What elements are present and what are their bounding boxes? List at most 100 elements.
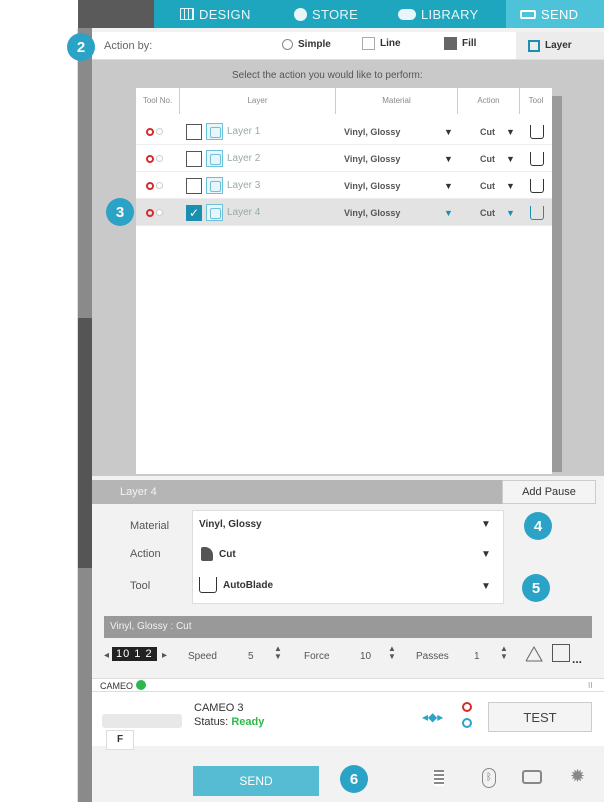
- action-value[interactable]: Cut: [480, 145, 495, 172]
- action-value[interactable]: Cut: [480, 199, 495, 226]
- action-dropdown-arrow[interactable]: ▼: [506, 199, 515, 226]
- tool-number-marker: [146, 199, 163, 226]
- option-fill[interactable]: Fill: [444, 37, 476, 50]
- list-icon[interactable]: [434, 770, 444, 786]
- material-value[interactable]: Vinyl, Glossy: [344, 172, 400, 199]
- tab-send[interactable]: SEND: [506, 0, 604, 28]
- speed-label: Speed: [188, 651, 217, 662]
- action-by-label: Action by:: [104, 40, 153, 52]
- layer-thumbnail: [206, 150, 223, 167]
- material-dropdown-arrow[interactable]: ▼: [444, 145, 453, 172]
- layer-name: Layer 4: [227, 207, 261, 218]
- material-dropdown-arrow[interactable]: ▼: [444, 118, 453, 145]
- material-label: Material: [130, 520, 170, 532]
- cutter-settings-icon[interactable]: [522, 770, 542, 784]
- action-dropdown-arrow[interactable]: ▼: [506, 145, 515, 172]
- action-value[interactable]: Cut: [480, 172, 495, 199]
- material-value[interactable]: Vinyl, Glossy: [344, 145, 400, 172]
- action-dropdown-arrow[interactable]: ▼: [481, 549, 491, 560]
- tool-2-indicator-icon: [462, 718, 472, 728]
- layer-thumbnail: [206, 123, 223, 140]
- more-options-icon[interactable]: ...: [572, 652, 582, 666]
- test-button[interactable]: TEST: [488, 702, 592, 732]
- layer-checkbox[interactable]: [186, 177, 202, 194]
- table-row-selected[interactable]: ✓ Layer 4 Vinyl, Glossy ▼ Cut ▼: [136, 199, 552, 226]
- blade-icon[interactable]: [530, 172, 544, 199]
- layer-checkbox-checked[interactable]: ✓: [186, 204, 202, 221]
- canvas-edge: [0, 28, 78, 802]
- action-value[interactable]: Cut: [480, 118, 495, 145]
- layer-checkbox[interactable]: [186, 150, 202, 167]
- tab-design[interactable]: DESIGN: [176, 0, 278, 28]
- gear-icon[interactable]: ✹: [570, 766, 585, 787]
- header-tool: Tool: [520, 88, 552, 114]
- blade-icon[interactable]: [530, 118, 544, 145]
- layer-cell: Layer 2: [186, 145, 260, 172]
- device-bar: CAMEO II: [92, 678, 604, 692]
- speed-value[interactable]: 5: [248, 651, 254, 662]
- tool-dropdown-arrow[interactable]: ▼: [481, 581, 491, 592]
- blade-icon[interactable]: [530, 199, 544, 226]
- nav-dark-band: [78, 0, 154, 28]
- collapse-icon[interactable]: II: [588, 679, 592, 693]
- layer-table: Tool No. Layer Material Action Tool Laye…: [136, 88, 552, 474]
- action-dropdown-arrow[interactable]: ▼: [506, 172, 515, 199]
- printer-indicator: F: [106, 730, 134, 750]
- material-select[interactable]: Vinyl, Glossy: [199, 519, 262, 530]
- tool-label: Tool: [130, 580, 151, 592]
- device-model: CAMEO 3: [194, 702, 244, 714]
- callout-badge: 4: [524, 512, 552, 540]
- table-row[interactable]: Layer 1 Vinyl, Glossy ▼ Cut ▼: [136, 118, 552, 145]
- device-bar-label: CAMEO: [100, 681, 134, 691]
- tab-library[interactable]: LIBRARY: [398, 0, 494, 28]
- trackenhancing-checkbox[interactable]: [552, 644, 570, 662]
- table-row[interactable]: Layer 3 Vinyl, Glossy ▼ Cut ▼: [136, 172, 552, 199]
- add-pause-button[interactable]: Add Pause: [502, 480, 596, 504]
- passes-value[interactable]: 1: [474, 651, 480, 662]
- tab-store[interactable]: STORE: [294, 0, 384, 28]
- blade-depth-right-arrow[interactable]: ▸: [162, 650, 167, 661]
- callout-badge: 2: [67, 33, 95, 61]
- send-button[interactable]: SEND: [193, 766, 319, 796]
- bluetooth-icon[interactable]: ᛒ: [482, 768, 496, 788]
- material-value[interactable]: Vinyl, Glossy: [344, 199, 400, 226]
- move-arrows-icon[interactable]: ◂◆▸: [422, 710, 443, 724]
- material-dropdown-arrow[interactable]: ▼: [444, 172, 453, 199]
- force-value[interactable]: 10: [360, 651, 371, 662]
- cut-settings-row: ◂ 10 1 2 ▸ Speed 5 ▲ ▼ Force 10 ▲ ▼ Passes…: [104, 642, 592, 672]
- option-fill-label: Fill: [462, 38, 477, 49]
- passes-stepper[interactable]: ▲ ▼: [500, 645, 508, 661]
- header-material: Material: [336, 88, 458, 114]
- action-select[interactable]: Cut: [201, 547, 236, 561]
- action-dropdown-arrow[interactable]: ▼: [506, 118, 515, 145]
- blade-icon[interactable]: [530, 145, 544, 172]
- layer-checkbox[interactable]: [186, 123, 202, 140]
- action-by-row: Action by: Simple Line Fill Layer: [92, 32, 604, 60]
- properties-box: Vinyl, Glossy ▼ Cut ▼ AutoBlade ▼: [192, 510, 504, 604]
- speed-stepper[interactable]: ▲ ▼: [274, 645, 282, 661]
- option-layer[interactable]: Layer: [516, 32, 604, 59]
- fill-icon: [444, 37, 457, 50]
- line-segment-overcut-icon[interactable]: [524, 645, 544, 663]
- tool-number-marker: [146, 145, 163, 172]
- panel-scrollbar-thumb[interactable]: [78, 318, 92, 568]
- table-row[interactable]: Layer 2 Vinyl, Glossy ▼ Cut ▼: [136, 145, 552, 172]
- blade-depth-dial[interactable]: 10 1 2: [112, 647, 157, 661]
- tab-store-label: STORE: [312, 6, 359, 22]
- material-dropdown-arrow[interactable]: ▼: [444, 199, 453, 226]
- tool-number-marker: [146, 118, 163, 145]
- tool-select[interactable]: AutoBlade: [199, 577, 273, 593]
- option-simple[interactable]: Simple: [282, 39, 331, 50]
- force-stepper[interactable]: ▲ ▼: [388, 645, 396, 661]
- line-icon: [362, 37, 375, 50]
- option-line[interactable]: Line: [362, 37, 401, 50]
- material-value[interactable]: Vinyl, Glossy: [344, 118, 400, 145]
- blade-depth-left-arrow[interactable]: ◂: [104, 650, 109, 661]
- table-scrollbar[interactable]: [552, 96, 562, 472]
- layer-thumbnail: [206, 177, 223, 194]
- option-layer-label: Layer: [545, 40, 572, 51]
- action-label: Action: [130, 548, 161, 560]
- material-dropdown-arrow[interactable]: ▼: [481, 519, 491, 530]
- layer-name: Layer 1: [227, 126, 261, 137]
- header-layer: Layer: [180, 88, 336, 114]
